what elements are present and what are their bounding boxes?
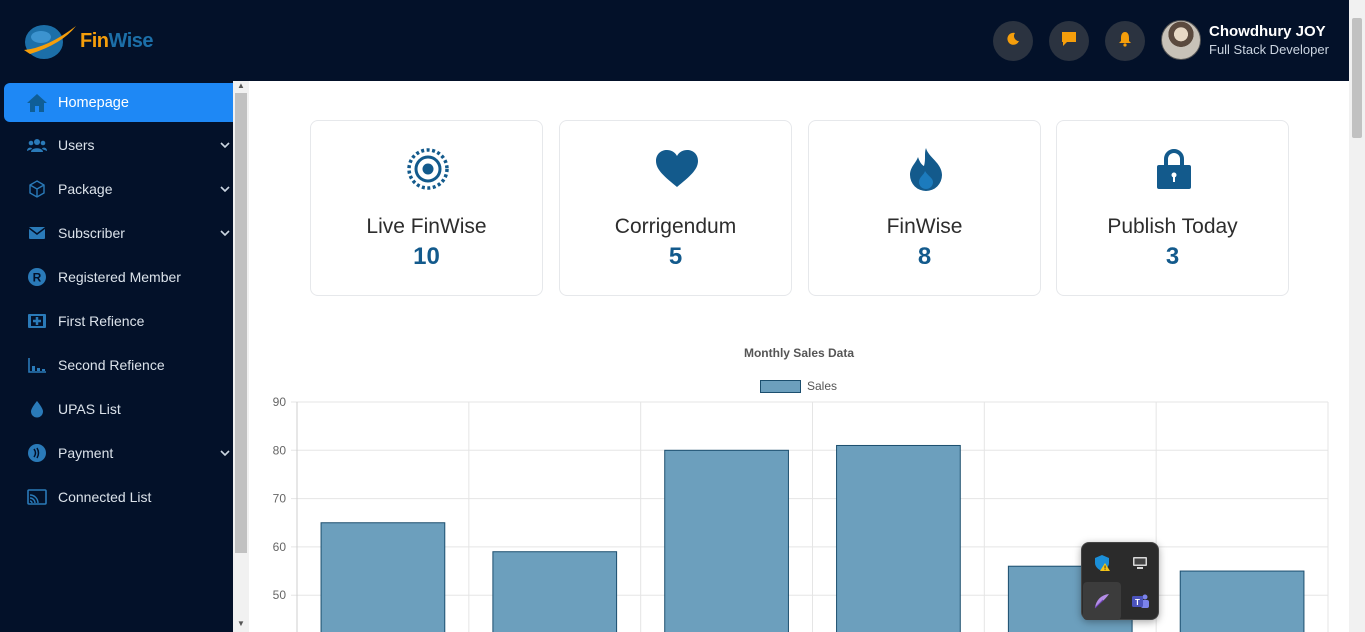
lock-icon xyxy=(1152,147,1196,191)
chevron-down-icon xyxy=(219,183,231,195)
target-icon xyxy=(406,147,450,191)
moon-icon xyxy=(1005,31,1021,52)
brand-name: FinWise xyxy=(80,30,154,52)
y-tick-label: 60 xyxy=(273,540,287,554)
home-icon xyxy=(26,92,48,114)
top-header: FinWise Chowdhury JOY Full Stack Develop… xyxy=(0,0,1349,81)
stat-card-publish-today[interactable]: Publish Today 3 xyxy=(1056,120,1289,296)
y-tick-label: 90 xyxy=(273,395,287,409)
logo[interactable] xyxy=(22,20,78,62)
chevron-down-icon xyxy=(219,139,231,151)
defender-warning-icon[interactable] xyxy=(1083,544,1121,582)
user-role: Full Stack Developer xyxy=(1209,42,1329,57)
card-title: Corrigendum xyxy=(614,215,737,238)
registered-icon: R xyxy=(26,266,48,288)
sidebar-item-users[interactable]: Users xyxy=(4,125,233,164)
heart-icon xyxy=(655,147,699,191)
first-aid-icon xyxy=(26,310,48,332)
sidebar-item-registered-member[interactable]: R Registered Member xyxy=(4,257,233,296)
sidebar: Homepage Users Package Subscriber R Regi… xyxy=(0,81,233,632)
chat-icon xyxy=(1060,31,1078,52)
chart-title: Monthly Sales Data xyxy=(743,346,855,360)
sidebar-item-subscriber[interactable]: Subscriber xyxy=(4,213,233,252)
card-title: FinWise xyxy=(886,215,963,238)
teams-icon[interactable]: T xyxy=(1121,582,1159,620)
svg-text:R: R xyxy=(33,270,42,284)
feather-icon[interactable] xyxy=(1083,582,1121,620)
user-name: Chowdhury JOY xyxy=(1209,23,1326,40)
card-title: Live FinWise xyxy=(366,215,487,238)
sidebar-item-connected-list[interactable]: Connected List xyxy=(4,477,233,516)
card-title: Publish Today xyxy=(1107,215,1238,238)
users-icon xyxy=(26,134,48,156)
notifications-button[interactable] xyxy=(1105,21,1145,61)
chart-icon xyxy=(26,354,48,376)
stat-card-finwise[interactable]: FinWise 8 xyxy=(808,120,1041,296)
y-tick-label: 70 xyxy=(273,492,287,506)
messages-button[interactable] xyxy=(1049,21,1089,61)
stat-card-corrigendum[interactable]: Corrigendum 5 xyxy=(559,120,792,296)
card-value: 5 xyxy=(668,243,683,270)
sidebar-item-package[interactable]: Package xyxy=(4,169,233,208)
mail-icon xyxy=(26,222,48,244)
sidebar-item-first-refience[interactable]: First Refience xyxy=(4,301,233,340)
y-tick-label: 50 xyxy=(273,588,287,602)
monitor-icon[interactable] xyxy=(1121,544,1159,582)
stat-card-live-finwise[interactable]: Live FinWise 10 xyxy=(310,120,543,296)
bell-icon xyxy=(1117,31,1133,52)
avatar[interactable] xyxy=(1161,20,1201,60)
sidebar-item-second-refience[interactable]: Second Refience xyxy=(4,345,233,384)
chevron-down-icon xyxy=(219,447,231,459)
sidebar-item-payment[interactable]: Payment xyxy=(4,433,233,472)
sidebar-item-homepage[interactable]: Homepage xyxy=(4,83,233,122)
package-icon xyxy=(26,178,48,200)
fire-icon xyxy=(904,147,948,191)
bar xyxy=(492,551,618,632)
main-content: Live FinWise 10 Corrigendum 5 FinWise 8 … xyxy=(249,81,1349,632)
droplet-icon xyxy=(26,398,48,420)
theme-toggle-button[interactable] xyxy=(993,21,1033,61)
bar xyxy=(664,449,789,632)
sidebar-item-upas-list[interactable]: UPAS List xyxy=(4,389,233,428)
system-tray-overflow: T xyxy=(1081,542,1159,620)
card-value: 8 xyxy=(917,243,932,270)
chevron-down-icon xyxy=(219,227,231,239)
card-value: 3 xyxy=(1165,243,1180,270)
svg-text:T: T xyxy=(1135,598,1140,607)
cast-icon xyxy=(26,486,48,508)
bar xyxy=(1179,570,1305,632)
coin-icon xyxy=(26,442,48,464)
sales-bar-chart: 90 80 70 60 50 xyxy=(273,395,1329,632)
bar xyxy=(320,522,446,632)
y-tick-label: 80 xyxy=(273,443,287,457)
sidebar-scrollbar[interactable]: ▲ ▼ xyxy=(233,81,249,632)
card-value: 10 xyxy=(413,243,440,270)
page-scrollbar[interactable] xyxy=(1349,0,1365,632)
bar xyxy=(836,444,961,632)
